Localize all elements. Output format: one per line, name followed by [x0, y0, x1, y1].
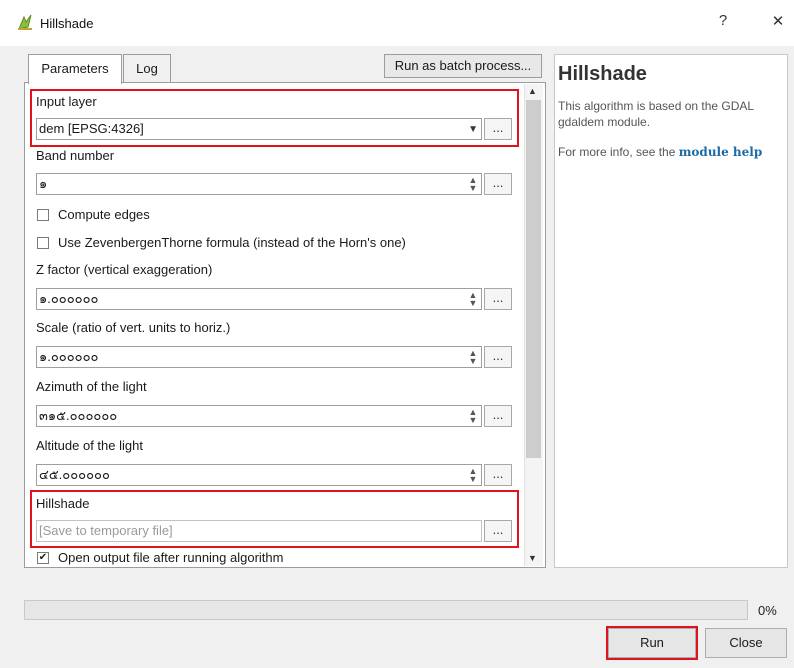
- altitude-label: Altitude of the light: [36, 438, 143, 453]
- scale-options-button[interactable]: ...: [484, 346, 512, 368]
- scale-value: ๑.๐๐๐๐๐๐: [39, 349, 99, 364]
- open-output-checkbox[interactable]: ✔: [37, 552, 49, 564]
- z-factor-label: Z factor (vertical exaggeration): [36, 262, 213, 277]
- close-window-button[interactable]: ✕: [766, 12, 790, 30]
- tab-log[interactable]: Log: [123, 54, 171, 82]
- help-panel: [554, 54, 788, 568]
- azimuth-options-button[interactable]: ...: [484, 405, 512, 427]
- azimuth-value: ๓๑๕.๐๐๐๐๐๐: [39, 408, 118, 423]
- progress-percent: 0%: [758, 603, 777, 618]
- band-number-value: ๑: [39, 176, 48, 191]
- tab-parameters[interactable]: Parameters: [28, 54, 122, 84]
- module-help-link[interactable]: module help: [679, 145, 763, 159]
- z-factor-options-button[interactable]: ...: [484, 288, 512, 310]
- altitude-options-button[interactable]: ...: [484, 464, 512, 486]
- scroll-up-icon[interactable]: ▲: [528, 86, 537, 96]
- spinner-icon[interactable]: ▲ ▼: [467, 467, 479, 484]
- help-description: This algorithm is based on the GDAL gdal…: [558, 99, 754, 129]
- azimuth-field[interactable]: ๓๑๕.๐๐๐๐๐๐ ▲ ▼: [36, 405, 482, 427]
- scale-label: Scale (ratio of vert. units to horiz.): [36, 320, 231, 335]
- azimuth-label: Azimuth of the light: [36, 379, 147, 394]
- window-title: Hillshade: [40, 16, 94, 31]
- compute-edges-label: Compute edges: [58, 207, 150, 222]
- z-factor-field[interactable]: ๑.๐๐๐๐๐๐ ▲ ▼: [36, 288, 482, 310]
- spinner-icon[interactable]: ▲ ▼: [467, 408, 479, 425]
- run-as-batch-button[interactable]: Run as batch process...: [384, 54, 542, 78]
- input-layer-highlight: [30, 89, 519, 147]
- band-number-label: Band number: [36, 148, 115, 163]
- zevenbergen-label: Use ZevenbergenThorne formula (instead o…: [58, 235, 406, 250]
- band-number-field[interactable]: ๑ ▲ ▼: [36, 173, 482, 195]
- spinner-icon[interactable]: ▲ ▼: [467, 349, 479, 366]
- help-more-info: For more info, see the module help: [558, 145, 762, 159]
- run-button-highlight: [606, 626, 698, 660]
- scroll-down-icon[interactable]: ▼: [528, 553, 537, 563]
- scrollbar-thumb[interactable]: [526, 100, 541, 458]
- title-bar: [0, 0, 794, 46]
- spinner-icon[interactable]: ▲ ▼: [467, 176, 479, 193]
- help-question-button[interactable]: ?: [711, 12, 735, 29]
- close-button[interactable]: Close: [705, 628, 787, 658]
- open-output-label: Open output file after running algorithm: [58, 550, 284, 565]
- altitude-value: ๔๕.๐๐๐๐๐๐: [39, 467, 110, 482]
- band-number-options-button[interactable]: ...: [484, 173, 512, 195]
- progress-bar: [24, 600, 748, 620]
- help-title: Hillshade: [558, 63, 647, 85]
- spinner-icon[interactable]: ▲ ▼: [467, 291, 479, 308]
- hillshade-output-highlight: [30, 490, 519, 548]
- compute-edges-checkbox[interactable]: [37, 209, 49, 221]
- zevenbergen-checkbox[interactable]: [37, 237, 49, 249]
- z-factor-value: ๑.๐๐๐๐๐๐: [39, 291, 99, 306]
- altitude-field[interactable]: ๔๕.๐๐๐๐๐๐ ▲ ▼: [36, 464, 482, 486]
- help-more-prefix: For more info, see the: [558, 145, 679, 159]
- scale-field[interactable]: ๑.๐๐๐๐๐๐ ▲ ▼: [36, 346, 482, 368]
- qgis-icon: [18, 14, 32, 30]
